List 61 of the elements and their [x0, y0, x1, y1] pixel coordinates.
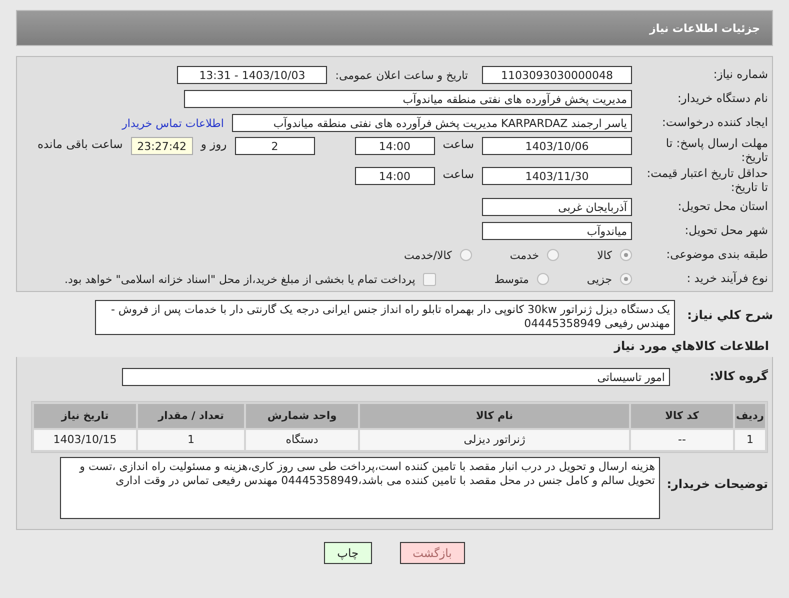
remaining-label: ساعت باقی مانده	[38, 137, 123, 151]
column-header: نام کالا	[360, 404, 629, 428]
table-cell: 1	[735, 430, 765, 450]
announce-date-field: 1403/10/03 - 13:31	[177, 66, 328, 84]
field-label: گروه کالا:	[708, 369, 768, 384]
validity-time-field: 14:00	[354, 167, 435, 185]
radio-label: کالا	[597, 248, 612, 262]
buyer-notes-text-area: هزینه ارسال و تحویل در درب انبار مقصد با تامین کننده است،پرداخت طی سی روز کاری،هزینه و مسئولیت راه اندازی ،تست و تحویل سالم و کامل جنس در محل مقصد با تامین کننده می باشد،04445358949 مهندس رفیعی تماس در وقت اداری	[60, 456, 660, 519]
field-label: توضیحات خریدار:	[668, 476, 768, 491]
column-header: تاریخ نیاز	[34, 404, 136, 428]
table-cell: --	[631, 430, 733, 450]
radio-label: جزیی	[586, 272, 612, 286]
print-button[interactable]: چاپ	[324, 542, 372, 564]
radio-button[interactable]	[620, 249, 632, 261]
province-field: آذربایجان غربی	[482, 198, 632, 216]
radio-button[interactable]	[547, 249, 560, 261]
table-cell: دستگاه	[246, 430, 358, 450]
radio-button[interactable]	[620, 273, 632, 285]
table-cell: ژنراتور دیزلی	[360, 430, 629, 450]
section-title: اطلاعات کالاهاي مورد نياز	[612, 338, 769, 353]
goods-group-field: امور تاسیساتی	[122, 368, 670, 386]
checkbox-label: پرداخت تمام یا بخشی از مبلغ خرید،از محل "اسناد خزانه اسلامی" خواهد بود.	[64, 272, 416, 286]
radio-button[interactable]	[536, 273, 549, 285]
field-label: تاریخ و ساعت اعلان عمومی:	[335, 68, 468, 82]
validity-date-field: 1403/11/30	[482, 167, 632, 185]
column-header: کد کالا	[631, 404, 733, 428]
description-text-area: یک دستگاه دیزل ژنراتور 30kw کانوپی دار بهمراه تابلو راه انداز جنس ایرانی درجه یک گارنتی دار با خدمات پس از فروش - مهندس رفیعی 04445358949	[95, 300, 675, 335]
city-field: میاندوآب	[482, 222, 632, 240]
days-label: روز و	[200, 137, 227, 151]
field-label: استان محل تحویل:	[676, 200, 768, 214]
field-label: شهر محل تحویل:	[684, 224, 768, 238]
need-number-field: 1103093030000048	[482, 66, 632, 84]
radio-label: متوسط	[494, 272, 529, 286]
days-field: 2	[234, 137, 315, 155]
column-header: واحد شمارش	[246, 404, 358, 428]
page-title: جزئیات اطلاعات نیاز	[650, 22, 760, 34]
field-label: ایجاد کننده درخواست:	[661, 116, 768, 130]
field-label: شماره نیاز:	[712, 68, 768, 82]
field-label: شرح کلي نياز:	[686, 307, 773, 322]
remaining-time-field: 23:27:42	[130, 137, 193, 155]
field-label: مهلت ارسال پاسخ: تا تاریخ:	[664, 137, 768, 165]
buyer-contact-link[interactable]: اطلاعات تماس خریدار	[122, 116, 224, 130]
checkbox[interactable]	[423, 272, 436, 286]
reply-time-field: 14:00	[354, 137, 435, 155]
column-header: تعداد / مقدار	[138, 404, 244, 428]
time-label: ساعت	[442, 167, 474, 181]
reply-date-field: 1403/10/06	[482, 137, 632, 155]
requester-field: یاسر ارجمند KARPARDAZ مدیریت پخش فرآورده های نفتی منطقه میاندوآب	[232, 114, 632, 132]
buyer-org-field: مدیریت پخش فرآورده های نفتی منطقه میاندوآب	[184, 90, 632, 108]
radio-label: خدمت	[510, 248, 540, 262]
field-label: حداقل تاریخ اعتبار قیمت: تا تاریخ:	[646, 167, 768, 195]
radio-button[interactable]	[460, 249, 472, 261]
field-label: نام دستگاه خریدار:	[676, 92, 768, 106]
table-cell: 1	[138, 430, 244, 450]
time-label: ساعت	[442, 137, 474, 151]
column-header: ردیف	[735, 404, 765, 428]
table-cell: 1403/10/15	[34, 430, 136, 450]
field-label: نوع فرآیند خرید :	[686, 272, 768, 286]
radio-label: کالا/خدمت	[404, 248, 452, 262]
back-button[interactable]: بازگشت	[400, 542, 465, 564]
field-label: طبقه بندی موضوعی:	[665, 248, 768, 262]
